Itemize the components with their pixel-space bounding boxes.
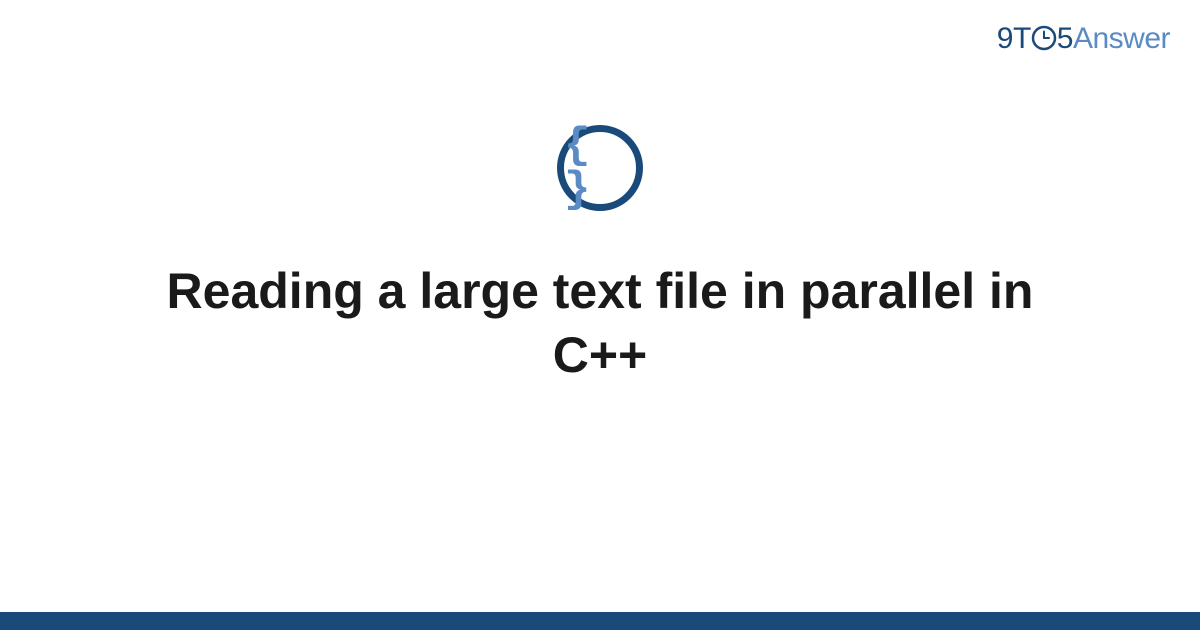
brand-five: 5: [1057, 22, 1073, 55]
footer-bar: [0, 612, 1200, 630]
brand-logo: 9T5Answer: [997, 22, 1170, 56]
braces-glyph: { }: [564, 124, 636, 212]
page-title: Reading a large text file in parallel in…: [100, 259, 1100, 387]
brand-answer: Answer: [1073, 22, 1170, 55]
clock-icon: [1031, 25, 1057, 51]
brand-t: T: [1013, 22, 1031, 55]
brand-nine: 9: [997, 22, 1013, 55]
main-content: { } Reading a large text file in paralle…: [0, 125, 1200, 387]
code-braces-icon: { }: [557, 125, 643, 211]
